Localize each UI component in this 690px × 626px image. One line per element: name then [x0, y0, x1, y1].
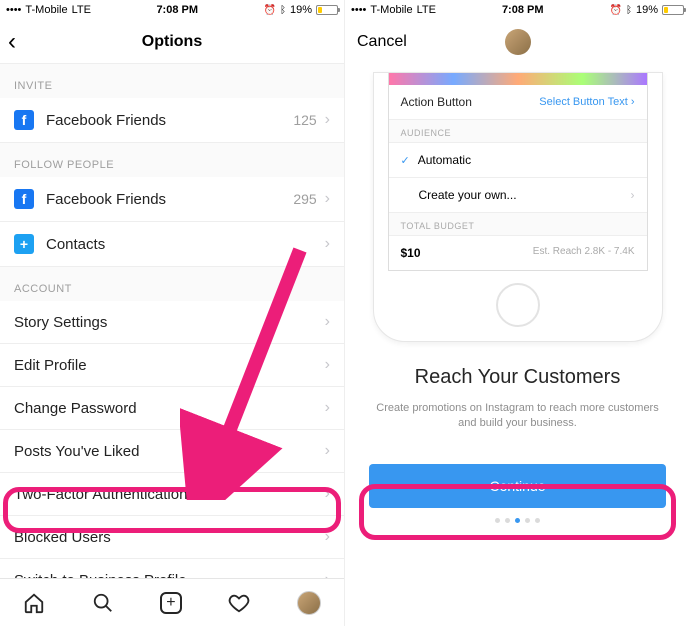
- carrier-label: T-Mobile: [25, 4, 67, 16]
- signal-icon: ••••: [6, 4, 21, 16]
- cancel-button[interactable]: Cancel: [357, 33, 407, 51]
- row-label: Action Button: [401, 95, 472, 109]
- blocked-users-row[interactable]: Blocked Users ›: [0, 516, 344, 559]
- chevron-right-icon: ›: [325, 190, 330, 208]
- tab-bar: +: [0, 578, 344, 626]
- alarm-icon: ⏰: [610, 5, 622, 16]
- nav-header: Cancel: [345, 20, 690, 64]
- row-label: Blocked Users: [14, 529, 325, 546]
- business-promo-screen: •••• T-Mobile LTE 7:08 PM ⏰ ᛒ 19% Cancel…: [345, 0, 690, 626]
- mockup-automatic-row: ✓Automatic: [389, 143, 647, 178]
- signal-icon: ••••: [351, 4, 366, 16]
- mockup-create-own-row: Create your own... ›: [389, 178, 647, 213]
- section-header-follow: FOLLOW PEOPLE: [0, 143, 344, 177]
- status-bar: •••• T-Mobile LTE 7:08 PM ⏰ ᛒ 19%: [345, 0, 690, 20]
- follow-facebook-friends-row[interactable]: f Facebook Friends 295 ›: [0, 177, 344, 222]
- search-tab[interactable]: [92, 592, 114, 614]
- row-label: Story Settings: [14, 314, 325, 331]
- promo-title: Reach Your Customers: [345, 366, 690, 389]
- row-label: Contacts: [46, 236, 325, 253]
- page-title: Options: [142, 33, 202, 51]
- chevron-right-icon: ›: [325, 399, 330, 417]
- row-label: Change Password: [14, 400, 325, 417]
- bluetooth-icon: ᛒ: [280, 5, 286, 16]
- row-label: Two-Factor Authentication: [14, 486, 325, 503]
- two-factor-row[interactable]: Two-Factor Authentication ›: [0, 473, 344, 516]
- page-indicator: [345, 518, 690, 523]
- invite-facebook-friends-row[interactable]: f Facebook Friends 125 ›: [0, 98, 344, 143]
- posts-liked-row[interactable]: Posts You've Liked ›: [0, 430, 344, 473]
- battery-percent: 19%: [290, 4, 312, 16]
- status-time: 7:08 PM: [156, 4, 198, 16]
- contacts-icon: +: [14, 234, 34, 254]
- facebook-icon: f: [14, 110, 34, 130]
- chevron-right-icon: ›: [325, 528, 330, 546]
- mockup-header-image: [389, 73, 647, 85]
- section-header-account: ACCOUNT: [0, 267, 344, 301]
- edit-profile-row[interactable]: Edit Profile ›: [0, 344, 344, 387]
- chevron-right-icon: ›: [325, 313, 330, 331]
- avatar: [505, 29, 531, 55]
- change-password-row[interactable]: Change Password ›: [0, 387, 344, 430]
- battery-percent: 19%: [636, 4, 658, 16]
- mockup-budget-row: $10 Est. Reach 2.8K - 7.4K: [389, 236, 647, 270]
- status-bar: •••• T-Mobile LTE 7:08 PM ⏰ ᛒ 19%: [0, 0, 344, 20]
- network-label: LTE: [417, 4, 436, 16]
- story-settings-row[interactable]: Story Settings ›: [0, 301, 344, 344]
- mockup-budget-header: TOTAL BUDGET: [389, 213, 647, 236]
- options-screen: •••• T-Mobile LTE 7:08 PM ⏰ ᛒ 19% ‹ Opti…: [0, 0, 345, 626]
- home-button-icon: [496, 283, 540, 327]
- est-reach: Est. Reach 2.8K - 7.4K: [533, 246, 635, 260]
- row-label: Edit Profile: [14, 357, 325, 374]
- row-count: 295: [293, 191, 316, 207]
- chevron-right-icon: ›: [325, 442, 330, 460]
- row-label: Facebook Friends: [46, 191, 293, 208]
- continue-button[interactable]: Continue: [369, 464, 666, 508]
- nav-header: ‹ Options: [0, 20, 344, 64]
- mockup-action-button-row: Action Button Select Button Text ›: [389, 85, 647, 120]
- mockup-audience-header: AUDIENCE: [389, 120, 647, 143]
- carrier-label: T-Mobile: [370, 4, 412, 16]
- chevron-right-icon: ›: [325, 235, 330, 253]
- battery-icon: [316, 5, 338, 15]
- row-label: Posts You've Liked: [14, 443, 325, 460]
- bluetooth-icon: ᛒ: [626, 5, 632, 16]
- row-value-link: Select Button Text ›: [539, 96, 634, 108]
- back-button[interactable]: ‹: [8, 28, 16, 56]
- activity-tab[interactable]: [228, 592, 250, 614]
- row-label: Facebook Friends: [46, 112, 293, 129]
- profile-tab[interactable]: [297, 591, 321, 615]
- chevron-right-icon: ›: [325, 111, 330, 129]
- promo-description: Create promotions on Instagram to reach …: [345, 389, 690, 432]
- home-tab[interactable]: [23, 592, 45, 614]
- avatar-icon: [297, 591, 321, 615]
- section-header-invite: INVITE: [0, 64, 344, 98]
- follow-contacts-row[interactable]: + Contacts ›: [0, 222, 344, 267]
- check-icon: ✓: [401, 155, 410, 167]
- status-time: 7:08 PM: [502, 4, 544, 16]
- network-label: LTE: [72, 4, 91, 16]
- row-count: 125: [293, 112, 316, 128]
- chevron-right-icon: ›: [325, 356, 330, 374]
- new-post-tab[interactable]: +: [160, 592, 182, 614]
- facebook-icon: f: [14, 189, 34, 209]
- chevron-right-icon: ›: [325, 485, 330, 503]
- alarm-icon: ⏰: [264, 5, 276, 16]
- battery-icon: [662, 5, 684, 15]
- budget-value: $10: [401, 246, 421, 260]
- chevron-right-icon: ›: [631, 188, 635, 202]
- phone-mockup: Action Button Select Button Text › AUDIE…: [373, 72, 663, 342]
